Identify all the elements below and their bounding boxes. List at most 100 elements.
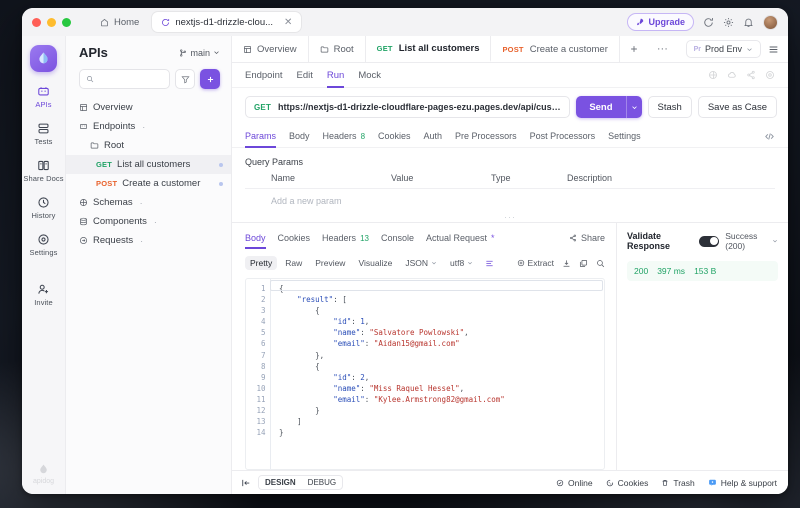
doc-tab-create-a-customer[interactable]: POST Create a customer [491, 36, 619, 62]
tree-item-root[interactable]: Root [66, 136, 231, 155]
format-raw-button[interactable]: Raw [280, 256, 307, 270]
tree-item-requests[interactable]: Requests · [66, 231, 231, 250]
more-icon[interactable]: · [142, 122, 145, 132]
code-icon[interactable] [764, 131, 775, 142]
copy-icon[interactable] [579, 259, 588, 268]
environment-selector[interactable]: Pr Prod Env [686, 40, 761, 58]
tree-item-endpoints[interactable]: Endpoints · [66, 117, 231, 136]
response-tab-body[interactable]: Body [245, 227, 266, 249]
doc-tab-list-all-customers[interactable]: GET List all customers [366, 36, 492, 62]
response-tab-cookies[interactable]: Cookies [278, 227, 311, 249]
avatar[interactable] [763, 15, 778, 30]
more-tabs-button[interactable]: ··· [648, 36, 677, 62]
tab-settings[interactable]: Settings [608, 125, 641, 148]
tree-item-list-all-customers[interactable]: GET List all customers [66, 155, 231, 174]
save-as-case-button[interactable]: Save as Case [698, 96, 777, 118]
globe-icon[interactable] [708, 70, 718, 80]
tree-item-overview[interactable]: Overview [66, 98, 231, 117]
target-icon[interactable] [765, 70, 775, 80]
filter-button[interactable] [175, 69, 195, 89]
cloud-icon[interactable] [727, 70, 737, 80]
format-pretty-button[interactable]: Pretty [245, 256, 277, 270]
validate-response-toggle[interactable] [699, 236, 719, 247]
doc-tab-label: Root [334, 44, 354, 55]
add-new-param-row[interactable]: Add a new param [245, 189, 775, 206]
browser-tab-project[interactable]: nextjs-d1-drizzle-clou... ✕ [152, 12, 301, 32]
maximize-window-button[interactable] [62, 18, 71, 27]
tab-post-processors[interactable]: Post Processors [530, 125, 596, 148]
gear-icon[interactable] [723, 17, 734, 28]
more-icon[interactable]: · [140, 198, 143, 208]
collapse-panel-icon[interactable] [241, 478, 251, 488]
share-button[interactable]: Share [569, 233, 616, 243]
tab-body[interactable]: Body [289, 125, 310, 148]
close-tab-icon[interactable]: ✕ [284, 17, 292, 28]
url-input[interactable]: GET https://nextjs-d1-drizzle-cloudflare… [245, 96, 570, 118]
trash-button[interactable]: Trash [661, 478, 694, 488]
encoding-select[interactable]: utf8 [445, 256, 478, 270]
rail-item-history[interactable]: History [22, 196, 65, 220]
tab-endpoint[interactable]: Endpoint [245, 63, 283, 88]
response-tab-actual-request[interactable]: Actual Request * [426, 227, 495, 249]
tab-mock[interactable]: Mock [358, 63, 381, 88]
response-body-editor[interactable]: 1 2 3 4 5 6 7 8 9 10 11 12 13 14 { "resu… [245, 278, 605, 470]
extract-button[interactable]: Extract [517, 258, 554, 268]
mode-toggle-group[interactable]: DESIGN DEBUG [258, 475, 343, 490]
branch-selector[interactable]: main [179, 48, 220, 58]
search-box[interactable] [79, 69, 170, 89]
tree-item-components[interactable]: Components · [66, 212, 231, 231]
close-window-button[interactable] [32, 18, 41, 27]
search-icon[interactable] [596, 259, 605, 268]
format-visualize-button[interactable]: Visualize [353, 256, 397, 270]
response-status-select[interactable]: Success (200) [725, 231, 778, 251]
share-node-icon[interactable] [746, 70, 756, 80]
refresh-icon[interactable] [703, 17, 714, 28]
tab-params[interactable]: Params [245, 125, 276, 148]
tab-headers[interactable]: Headers 8 [323, 125, 365, 148]
upgrade-button[interactable]: Upgrade [627, 13, 694, 31]
rail-item-settings[interactable]: Settings [22, 233, 65, 257]
schemas-icon [79, 198, 88, 207]
tree-item-schemas[interactable]: Schemas · [66, 193, 231, 212]
rail-item-invite[interactable]: Invite [22, 283, 65, 307]
tab-pre-processors[interactable]: Pre Processors [455, 125, 517, 148]
debug-mode-button[interactable]: DEBUG [302, 476, 342, 489]
stash-button[interactable]: Stash [648, 96, 692, 118]
tree-item-create-a-customer[interactable]: POST Create a customer [66, 174, 231, 193]
browser-tab-home[interactable]: Home [91, 12, 148, 32]
send-button[interactable]: Send [576, 96, 625, 118]
panel-resize-handle[interactable]: ··· [245, 212, 775, 222]
design-mode-button[interactable]: DESIGN [259, 476, 302, 489]
more-icon[interactable]: · [154, 217, 157, 227]
online-status[interactable]: Online [556, 478, 593, 488]
search-input[interactable] [98, 74, 163, 84]
add-tab-button[interactable] [620, 36, 648, 62]
tab-edit[interactable]: Edit [297, 63, 313, 88]
language-select[interactable]: JSON [400, 256, 442, 270]
cookies-button[interactable]: Cookies [606, 478, 649, 488]
add-api-button[interactable] [200, 69, 220, 89]
response-tab-console[interactable]: Console [381, 227, 414, 249]
rail-item-apis[interactable]: APIs [22, 85, 65, 109]
tab-cookies[interactable]: Cookies [378, 125, 411, 148]
rail-item-share-docs[interactable]: Share Docs [22, 159, 65, 183]
hamburger-icon[interactable] [768, 44, 779, 55]
droplet-logo[interactable] [30, 45, 57, 72]
tab-run[interactable]: Run [327, 63, 344, 88]
download-icon[interactable] [562, 259, 571, 268]
response-actions: Extract [517, 258, 616, 268]
wrap-lines-icon[interactable] [481, 257, 498, 270]
help-support-button[interactable]: Help & support [708, 478, 777, 488]
send-options-button[interactable] [626, 96, 642, 118]
tab-auth[interactable]: Auth [424, 125, 443, 148]
doc-tab-root[interactable]: Root [309, 36, 366, 62]
more-icon[interactable]: · [140, 236, 143, 246]
doc-tab-overview[interactable]: Overview [232, 36, 309, 62]
response-tab-headers[interactable]: Headers 13 [322, 227, 369, 249]
minimize-window-button[interactable] [47, 18, 56, 27]
rail-item-tests[interactable]: Tests [22, 122, 65, 146]
window-controls[interactable] [32, 18, 71, 27]
format-preview-button[interactable]: Preview [310, 256, 350, 270]
bell-icon[interactable] [743, 17, 754, 28]
send-button-group[interactable]: Send [576, 96, 641, 118]
